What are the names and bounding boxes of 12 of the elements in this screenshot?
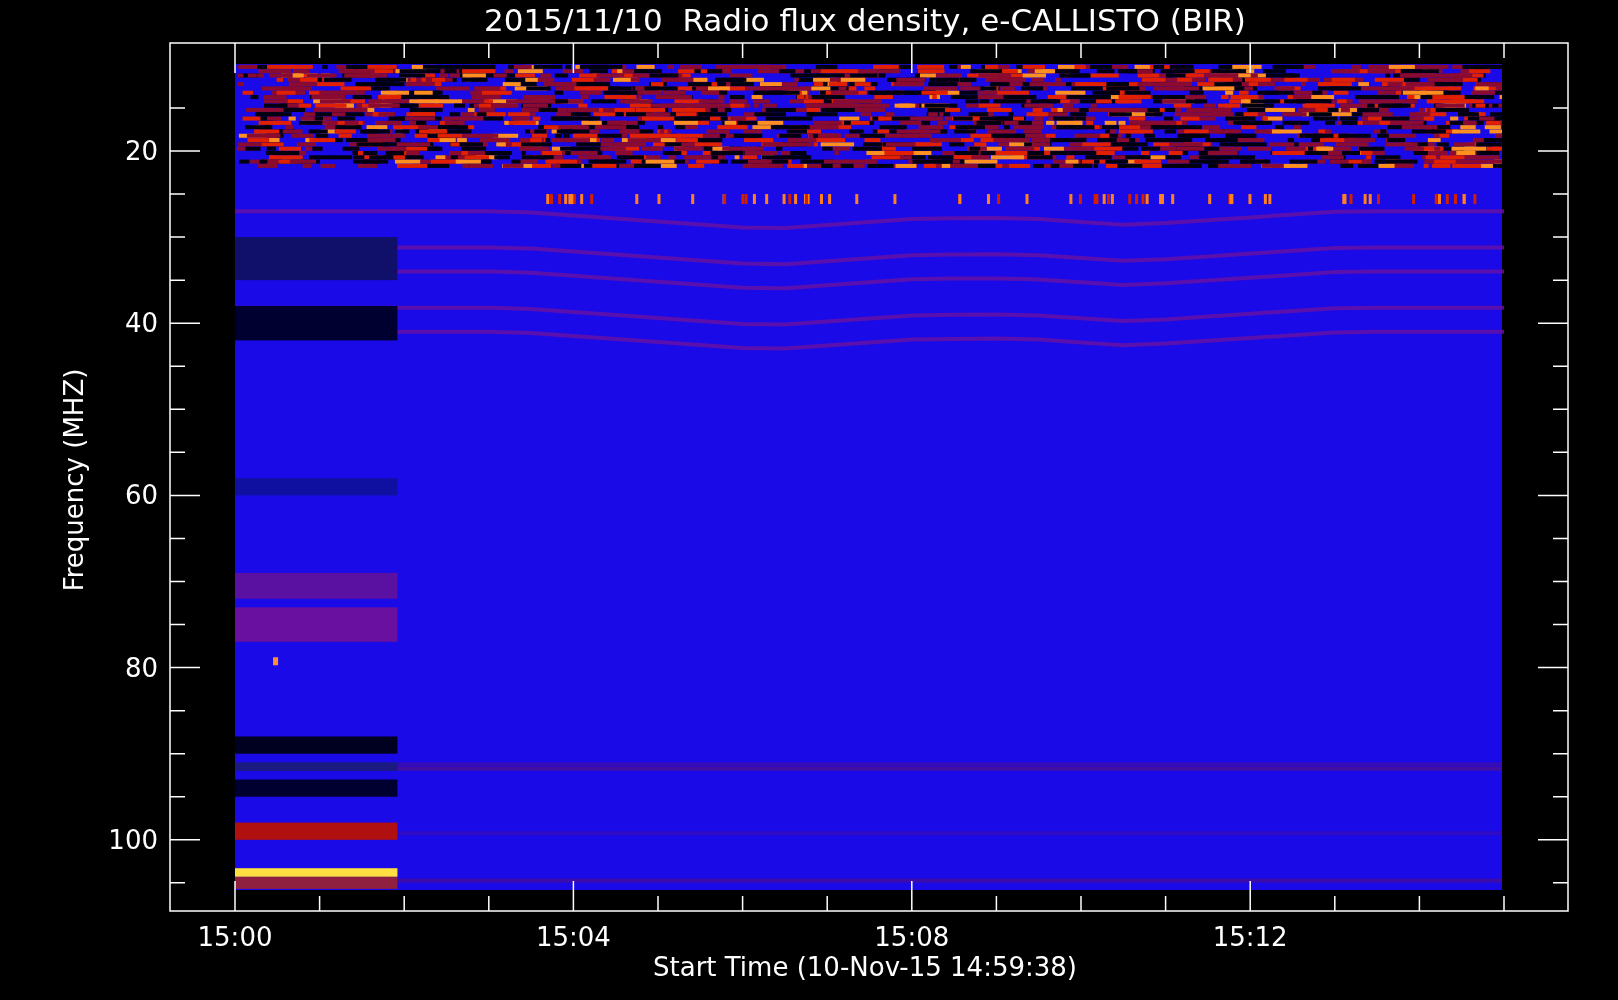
axis-label: Start Time (10-Nov-15 14:59:38) (653, 952, 1077, 982)
tick-label: 20 (124, 136, 158, 166)
tick-label: 80 (124, 652, 158, 683)
tick-label: 15:00 (197, 922, 273, 952)
tick-label: 15:04 (535, 922, 611, 952)
tick-label: 15:08 (874, 922, 950, 952)
chart-title: 2015/11/10 Radio flux density, e-CALLISTO (BIR) (484, 2, 1246, 38)
tick-label: 40 (124, 308, 158, 339)
tick-label: 100 (108, 824, 158, 855)
axis-label: Frequency (MHZ) (59, 368, 89, 592)
tick-label: 15:12 (1212, 922, 1288, 952)
tick-label: 60 (124, 480, 158, 511)
